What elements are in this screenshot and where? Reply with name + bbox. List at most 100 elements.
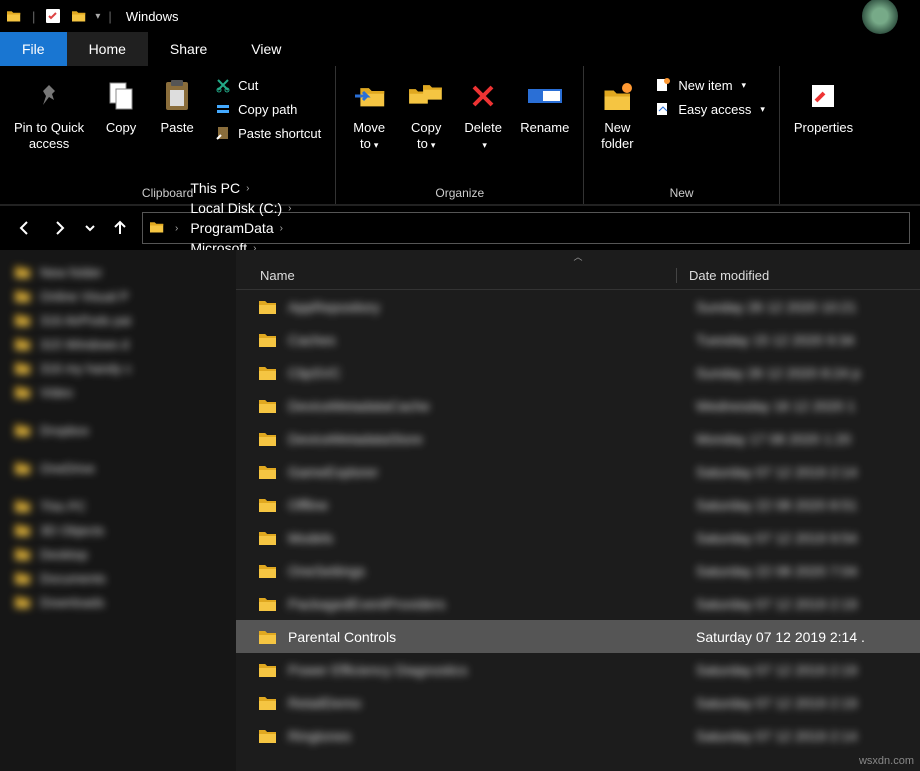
list-item[interactable]: ModelsSaturday 07 12 2019 9:54 bbox=[236, 521, 920, 554]
copy-path-button[interactable]: Copy path bbox=[208, 98, 327, 120]
list-item[interactable]: Parental ControlsSaturday 07 12 2019 2:1… bbox=[236, 620, 920, 653]
pin-to-quick-access-button[interactable]: Pin to Quick access bbox=[8, 70, 90, 157]
properties-button[interactable]: Properties bbox=[788, 70, 859, 140]
copy-button[interactable]: Copy bbox=[96, 70, 146, 140]
paste-button[interactable]: Paste bbox=[152, 70, 202, 140]
forward-button[interactable] bbox=[46, 214, 74, 242]
copy-path-icon bbox=[214, 100, 232, 118]
list-item[interactable]: DeviceMetadataStoreMonday 17 08 2020 1:2… bbox=[236, 422, 920, 455]
ribbon-tabs: File Home Share View bbox=[0, 32, 920, 66]
folder-icon bbox=[258, 694, 278, 712]
titlebar: | ▾ | Windows bbox=[0, 0, 920, 32]
column-header-date[interactable]: Date modified bbox=[676, 268, 920, 283]
easy-access-button[interactable]: Easy access▾ bbox=[648, 98, 771, 120]
tab-view[interactable]: View bbox=[229, 32, 303, 66]
sidebar-item[interactable]: 316 my handy c bbox=[6, 356, 230, 380]
user-avatar[interactable] bbox=[862, 0, 898, 34]
list-item[interactable]: Power Efficiency DiagnosticsSaturday 07 … bbox=[236, 653, 920, 686]
sidebar-item[interactable]: 315 Windows d bbox=[6, 332, 230, 356]
list-item[interactable]: DeviceMetadataCacheWednesday 16 12 2020 … bbox=[236, 389, 920, 422]
rename-button[interactable]: Rename bbox=[514, 70, 575, 140]
group-label-organize: Organize bbox=[344, 184, 575, 202]
watermark: wsxdn.com bbox=[859, 755, 914, 767]
breadcrumb-item[interactable]: ProgramData› bbox=[186, 218, 295, 238]
sidebar-item[interactable]: Dropbox bbox=[6, 418, 230, 442]
folder-icon bbox=[258, 331, 278, 349]
paste-shortcut-icon bbox=[214, 124, 232, 142]
folder-icon bbox=[69, 6, 89, 26]
list-item[interactable]: PackagedEventProvidersSaturday 07 12 201… bbox=[236, 587, 920, 620]
chevron-down-icon: ▾ bbox=[742, 80, 747, 91]
folder-icon bbox=[149, 220, 165, 237]
folder-icon bbox=[258, 298, 278, 316]
tab-home[interactable]: Home bbox=[67, 32, 148, 66]
folder-icon bbox=[4, 6, 24, 26]
navbar: › This PC›Local Disk (C:)›ProgramData›Mi… bbox=[0, 206, 920, 250]
folder-icon bbox=[258, 562, 278, 580]
breadcrumb-item[interactable]: This PC› bbox=[186, 178, 295, 198]
address-bar[interactable]: › This PC›Local Disk (C:)›ProgramData›Mi… bbox=[142, 212, 910, 244]
sidebar-item[interactable]: Downloads bbox=[6, 590, 230, 614]
ribbon: Pin to Quick access Copy Paste Cut Copy … bbox=[0, 66, 920, 206]
chevron-down-icon: ▾ bbox=[431, 140, 436, 150]
file-list: AppRepositorySunday 26 12 2020 10:21Cach… bbox=[236, 290, 920, 771]
folder-icon bbox=[258, 364, 278, 382]
folder-icon bbox=[258, 661, 278, 679]
sidebar-item[interactable]: 316 AirPods pai bbox=[6, 308, 230, 332]
chevron-down-icon: ▾ bbox=[482, 140, 487, 150]
delete-button[interactable]: Delete▾ bbox=[458, 70, 508, 157]
copy-to-button[interactable]: Copy to▾ bbox=[400, 70, 452, 157]
folder-icon bbox=[258, 430, 278, 448]
list-item[interactable]: RetailDemoSaturday 07 12 2019 2:19 bbox=[236, 686, 920, 719]
sidebar-item[interactable]: 3D Objects bbox=[6, 518, 230, 542]
group-organize: Move to▾ Copy to▾ Delete▾ Rename Organiz… bbox=[336, 66, 584, 204]
checklist-icon[interactable] bbox=[43, 6, 63, 26]
back-button[interactable] bbox=[10, 214, 38, 242]
rename-icon bbox=[527, 84, 563, 108]
list-item[interactable]: OfflineSaturday 22 08 2020 8:51 bbox=[236, 488, 920, 521]
list-item[interactable]: OneSettingsSaturday 22 08 2020 7:04 bbox=[236, 554, 920, 587]
navigation-pane[interactable]: New folderOnline Visual P316 AirPods pai… bbox=[0, 250, 236, 771]
list-item[interactable]: CachesTuesday 15 12 2020 9:34 bbox=[236, 323, 920, 356]
chevron-down-icon: ▾ bbox=[760, 104, 765, 115]
new-item-icon bbox=[654, 76, 672, 94]
column-headers: Name Date modified bbox=[236, 262, 920, 290]
sidebar-item[interactable]: Documents bbox=[6, 566, 230, 590]
sidebar-item[interactable]: Desktop bbox=[6, 542, 230, 566]
column-header-name[interactable]: Name bbox=[236, 268, 676, 283]
new-folder-button[interactable]: New folder bbox=[592, 70, 642, 157]
folder-icon bbox=[258, 727, 278, 745]
group-open: Properties bbox=[780, 66, 867, 204]
main-area: New folderOnline Visual P316 AirPods pai… bbox=[0, 250, 920, 771]
crumb-root-arrow[interactable]: › bbox=[169, 221, 182, 236]
sidebar-item[interactable]: New folder bbox=[6, 260, 230, 284]
qat-dropdown[interactable]: ▾ bbox=[95, 11, 100, 22]
list-item[interactable]: ClipSVCSunday 26 12 2020 8:24 p bbox=[236, 356, 920, 389]
cut-button[interactable]: Cut bbox=[208, 74, 327, 96]
folder-icon bbox=[258, 463, 278, 481]
move-to-icon bbox=[351, 80, 387, 112]
properties-icon bbox=[808, 81, 838, 111]
sidebar-item[interactable]: OneDrive bbox=[6, 456, 230, 480]
new-folder-icon bbox=[599, 80, 635, 112]
pin-icon bbox=[34, 81, 64, 111]
sidebar-item[interactable]: Online Visual P bbox=[6, 284, 230, 308]
list-item[interactable]: RingtonesSaturday 07 12 2019 2:14 bbox=[236, 719, 920, 752]
paste-icon bbox=[162, 78, 192, 114]
scissors-icon bbox=[214, 76, 232, 94]
move-to-button[interactable]: Move to▾ bbox=[344, 70, 394, 157]
sidebar-item[interactable]: Video bbox=[6, 380, 230, 404]
tab-file[interactable]: File bbox=[0, 32, 67, 66]
list-item[interactable]: GameExplorerSaturday 07 12 2019 2:14 bbox=[236, 455, 920, 488]
recent-locations-button[interactable] bbox=[82, 214, 98, 242]
new-item-button[interactable]: New item▾ bbox=[648, 74, 771, 96]
sidebar-item[interactable]: This PC bbox=[6, 494, 230, 518]
separator: | bbox=[32, 9, 35, 24]
breadcrumb-item[interactable]: Local Disk (C:)› bbox=[186, 198, 295, 218]
list-item[interactable]: AppRepositorySunday 26 12 2020 10:21 bbox=[236, 290, 920, 323]
up-button[interactable] bbox=[106, 214, 134, 242]
paste-shortcut-button[interactable]: Paste shortcut bbox=[208, 122, 327, 144]
content-pane: ︿ Name Date modified AppRepositorySunday… bbox=[236, 250, 920, 771]
tab-share[interactable]: Share bbox=[148, 32, 229, 66]
chevron-down-icon: ▾ bbox=[374, 140, 379, 150]
